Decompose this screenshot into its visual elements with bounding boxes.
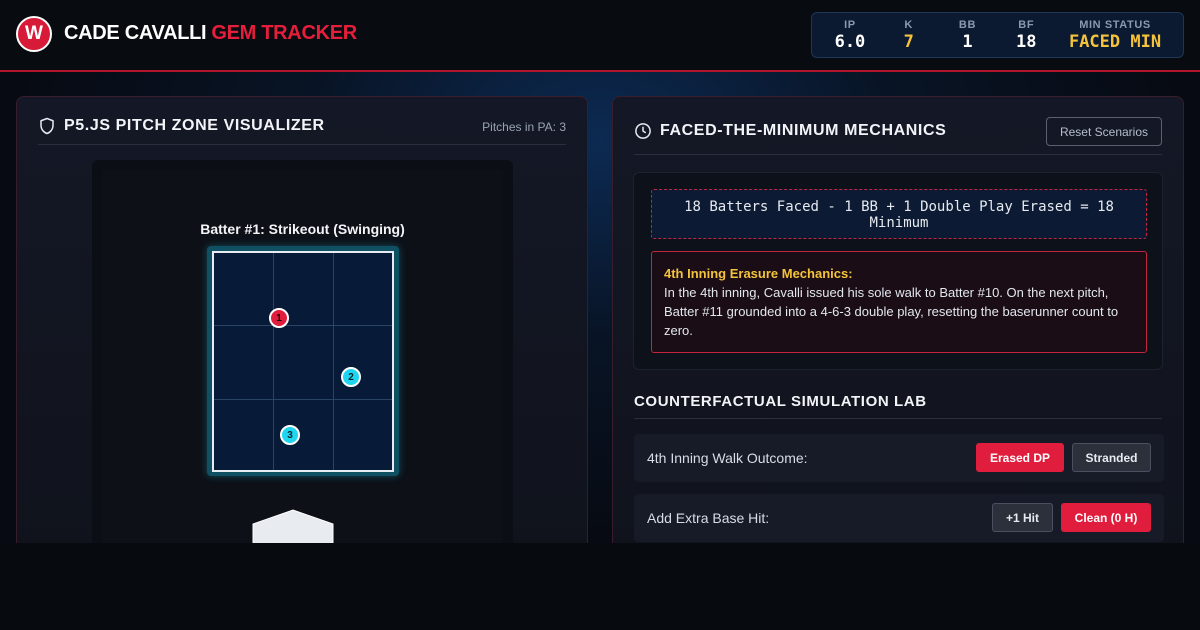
home-plate-icon — [252, 509, 334, 543]
pitches-count: Pitches in PA: 3 — [482, 120, 566, 134]
sim-row-label: 4th Inning Walk Outcome: — [647, 450, 808, 466]
stat-bb: BB 1 — [940, 19, 996, 52]
stat-value: 18 — [1015, 31, 1037, 52]
shield-icon — [40, 117, 54, 135]
zone-gridline — [214, 399, 392, 400]
plus-one-hit-button[interactable]: +1 Hit — [992, 503, 1053, 532]
clean-hit-button[interactable]: Clean (0 H) — [1061, 503, 1151, 532]
pitch-number: 3 — [287, 429, 293, 441]
stranded-button[interactable]: Stranded — [1072, 443, 1151, 472]
reset-scenarios-button[interactable]: Reset Scenarios — [1046, 117, 1162, 146]
zone-gridline — [214, 325, 392, 326]
mechanics-box: 18 Batters Faced - 1 BB + 1 Double Play … — [633, 172, 1163, 370]
stat-k: K 7 — [878, 19, 940, 52]
top-header: W CADE CAVALLI GEM TRACKER IP 6.0 K 7 BB … — [0, 0, 1200, 72]
strike-zone: 1 2 3 — [212, 251, 394, 472]
pitch-number: 1 — [276, 312, 282, 324]
erasure-callout: 4th Inning Erasure Mechanics: In the 4th… — [651, 251, 1147, 353]
stat-label: BB — [958, 18, 977, 31]
logo-letter: W — [25, 23, 43, 44]
zone-gridline — [333, 253, 334, 470]
stat-value: 7 — [903, 31, 914, 52]
pitch-marker-1[interactable]: 1 — [269, 308, 289, 328]
title-main: CADE CAVALLI — [64, 22, 207, 44]
minimum-formula: 18 Batters Faced - 1 BB + 1 Double Play … — [651, 189, 1147, 239]
app-title: CADE CAVALLI GEM TRACKER — [64, 22, 357, 45]
erasure-title: 4th Inning Erasure Mechanics: — [664, 266, 853, 281]
pitch-canvas[interactable]: Batter #1: Strikeout (Swinging) 1 2 3 — [92, 160, 513, 543]
pitch-number: 2 — [348, 371, 354, 383]
stat-label: BF — [1018, 18, 1035, 31]
pitch-zone-panel: P5.JS PITCH ZONE VISUALIZER Pitches in P… — [16, 96, 588, 543]
stat-bar: IP 6.0 K 7 BB 1 BF 18 MIN STATUS FACED M… — [811, 12, 1184, 58]
stat-label: K — [904, 18, 913, 31]
app-window: W CADE CAVALLI GEM TRACKER IP 6.0 K 7 BB … — [0, 0, 1200, 543]
simulation-lab-title: COUNTERFACTUAL SIMULATION LAB — [634, 393, 1162, 419]
strike-zone-frame: 1 2 3 — [207, 246, 399, 476]
clock-icon — [635, 123, 651, 139]
stat-value: 6.0 — [834, 31, 866, 52]
pitch-marker-2[interactable]: 2 — [341, 367, 361, 387]
panel-title: P5.JS PITCH ZONE VISUALIZER — [64, 117, 325, 134]
pitch-marker-3[interactable]: 3 — [280, 425, 300, 445]
panel-header: FACED-THE-MINIMUM MECHANICS Reset Scenar… — [634, 117, 1162, 155]
panel-title: FACED-THE-MINIMUM MECHANICS — [660, 122, 947, 139]
batter-label: Batter #1: Strikeout (Swinging) — [200, 221, 405, 237]
stat-value: FACED MIN — [1068, 31, 1162, 52]
panel-header: P5.JS PITCH ZONE VISUALIZER Pitches in P… — [38, 117, 566, 145]
stat-label: MIN STATUS — [1079, 18, 1151, 31]
title-accent: GEM TRACKER — [211, 22, 357, 44]
erased-dp-button[interactable]: Erased DP — [976, 443, 1064, 472]
stat-label: IP — [844, 18, 856, 31]
sim-row-walk-outcome: 4th Inning Walk Outcome: Erased DP Stran… — [634, 434, 1164, 482]
stat-min-status: MIN STATUS FACED MIN — [1061, 19, 1169, 52]
sim-row-label: Add Extra Base Hit: — [647, 510, 770, 526]
stat-value: 1 — [962, 31, 973, 52]
mechanics-panel: FACED-THE-MINIMUM MECHANICS Reset Scenar… — [612, 96, 1184, 543]
team-logo: W — [16, 16, 52, 52]
erasure-body: In the 4th inning, Cavalli issued his so… — [664, 285, 1119, 338]
stat-ip: IP 6.0 — [822, 19, 878, 52]
stat-bf: BF 18 — [995, 19, 1057, 52]
sim-row-extra-base-hit: Add Extra Base Hit: +1 Hit Clean (0 H) — [634, 494, 1164, 542]
zone-gridline — [273, 253, 274, 470]
